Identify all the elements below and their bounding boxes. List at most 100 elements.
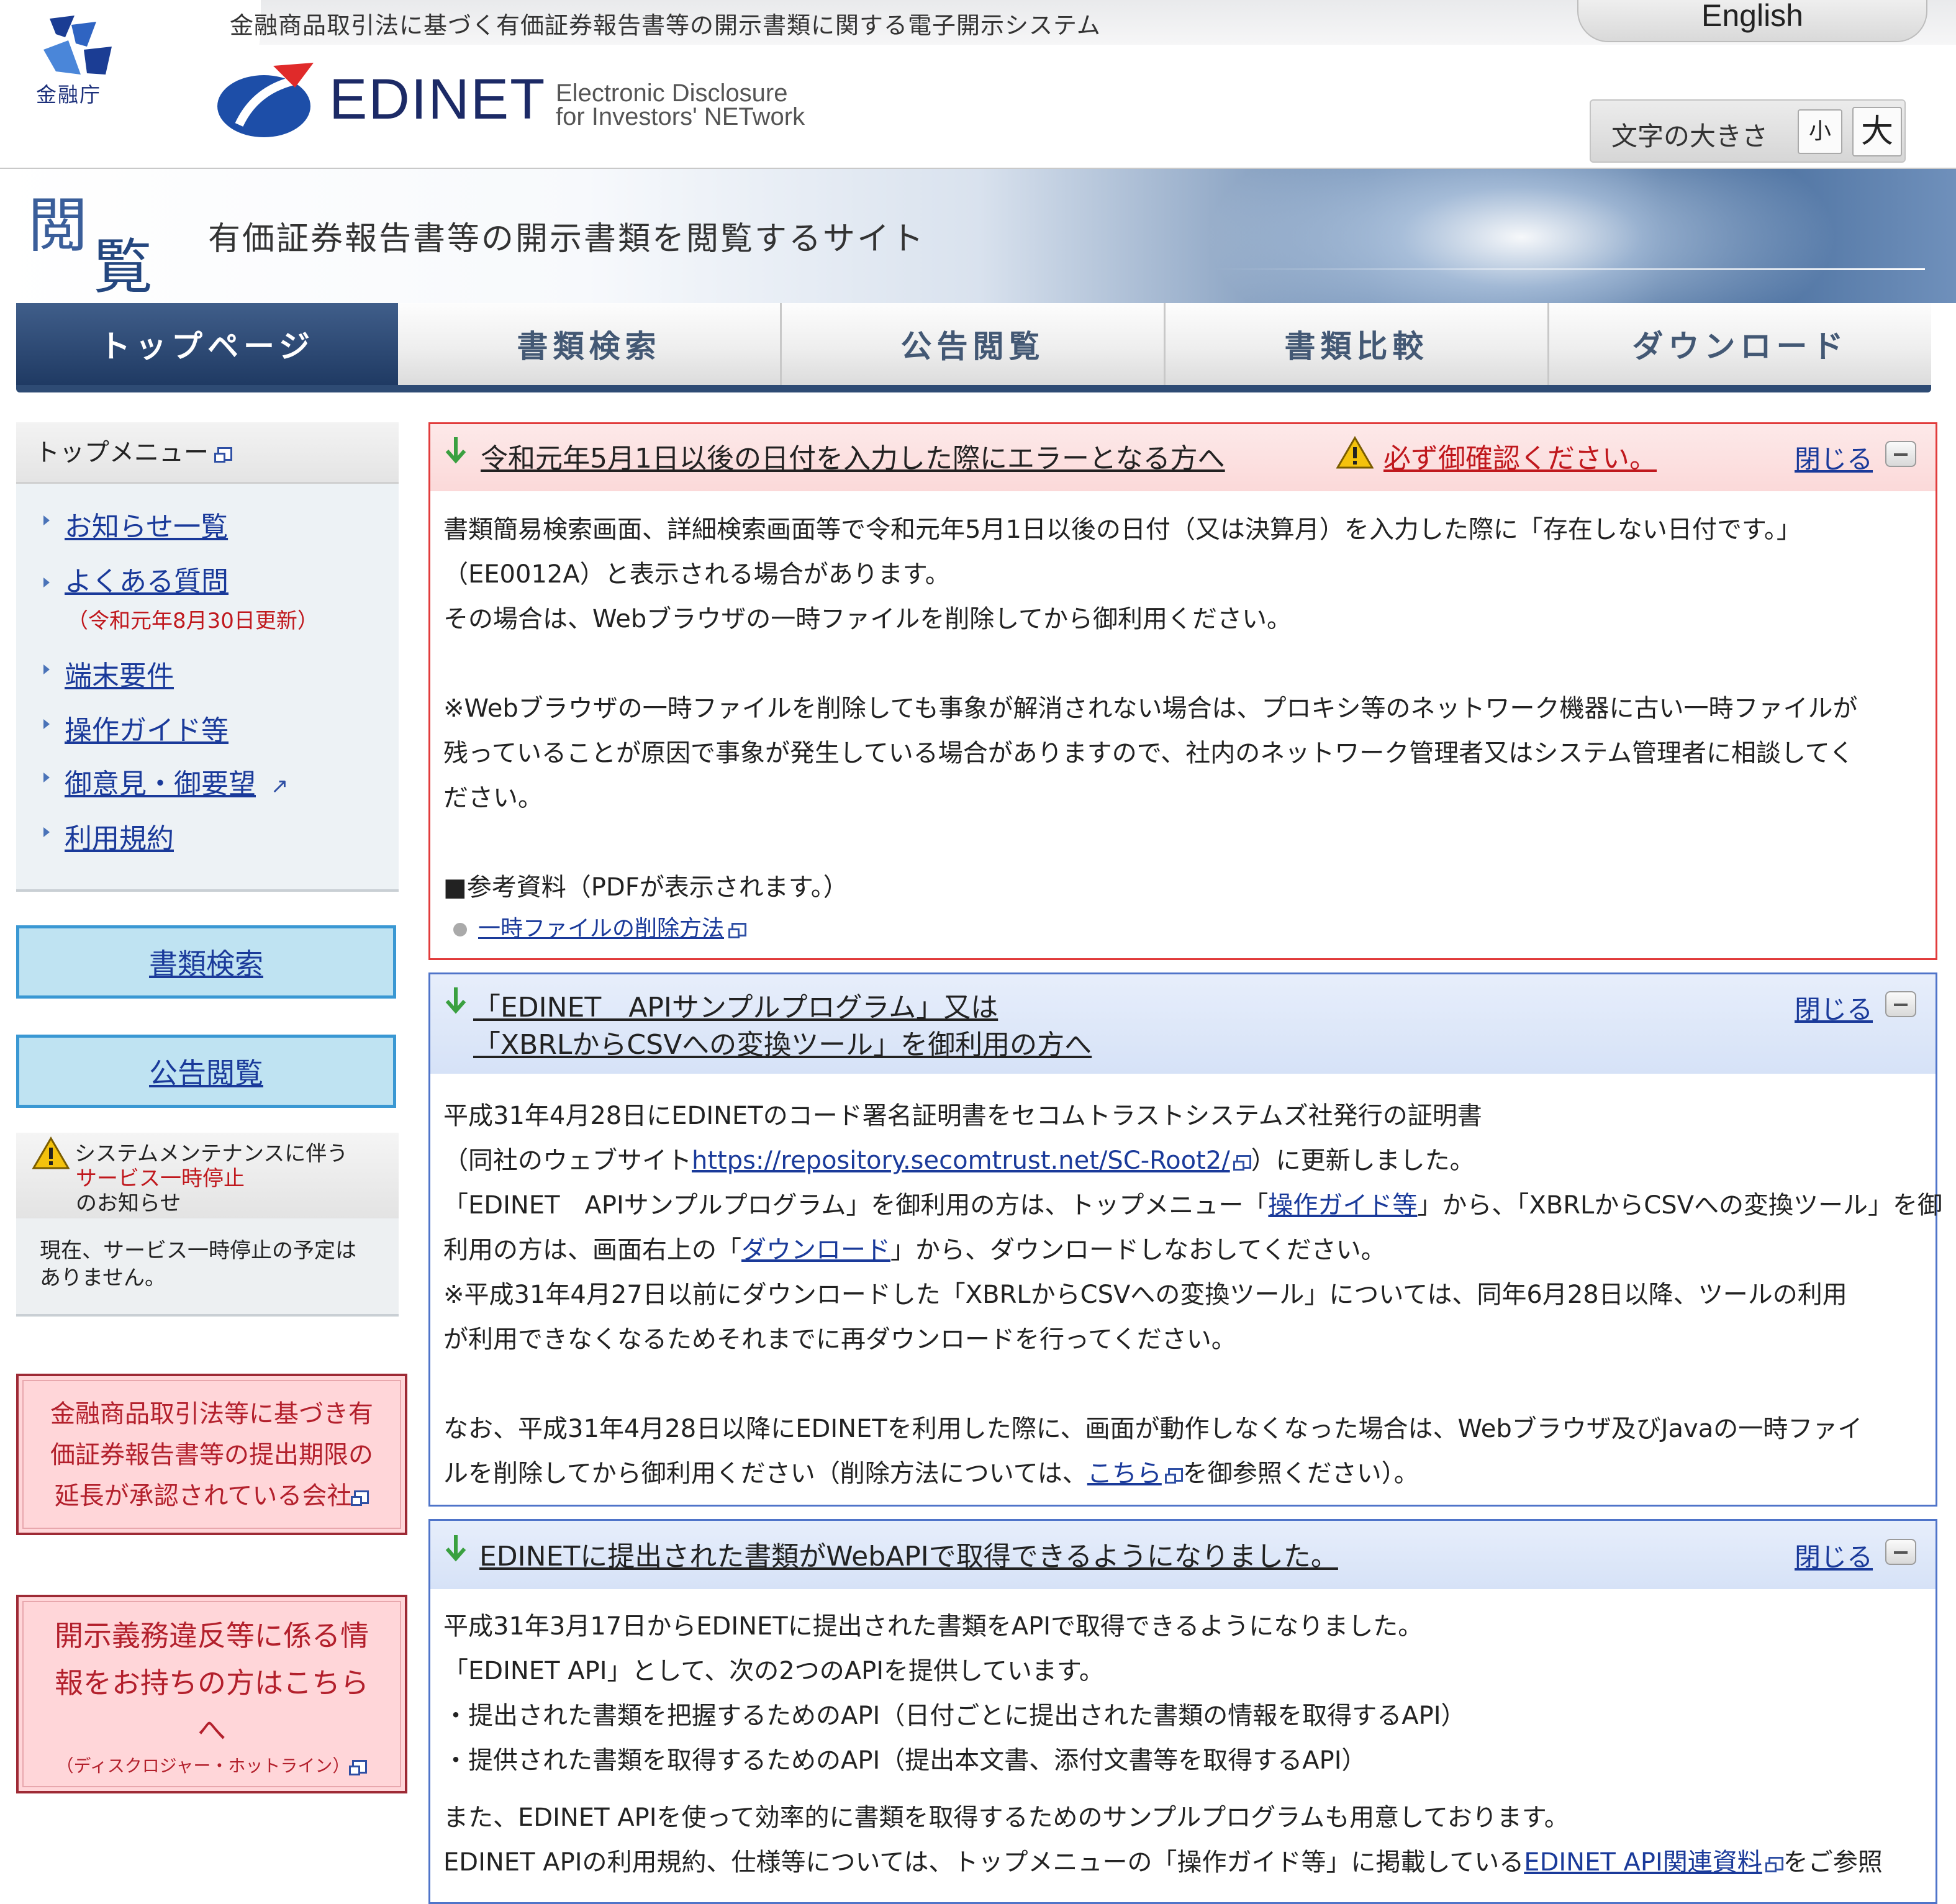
sidebar-document-search-button[interactable]: 書類検索	[16, 925, 396, 999]
hotline-subtitle-label[interactable]: （ディスクロジャー・ホットライン）	[57, 1756, 350, 1776]
collapse-icon[interactable]	[1885, 1539, 1916, 1565]
notice-date-error-close-link[interactable]: 閉じる	[1795, 438, 1873, 476]
secomtrust-link[interactable]: https://repository.secomtrust.net/SC-Roo…	[692, 1146, 1230, 1175]
english-link[interactable]: English	[1577, 0, 1927, 42]
sidebar-item-requirements[interactable]: 端末要件	[43, 653, 174, 693]
fsa-logo-icon[interactable]	[37, 12, 118, 81]
triangle-bullet-icon	[43, 719, 50, 729]
font-size-large-button[interactable]: 大	[1852, 107, 1902, 156]
deadline-extension-line1[interactable]: 金融商品取引法等に基づき有	[50, 1400, 373, 1428]
deadline-extension-link[interactable]: 金融商品取引法等に基づき有 価証券報告書等の提出期限の 延長が承認されている会社	[16, 1374, 407, 1535]
triangle-bullet-icon	[43, 664, 50, 674]
notice-webapi-line: ・提出された書類を把握するためのAPI（日付ごとに提出された書類の情報を取得する…	[443, 1702, 1466, 1730]
new-window-icon	[351, 1490, 369, 1506]
arrow-down-icon	[445, 1535, 466, 1562]
sidebar-public-notice-button[interactable]: 公告閲覧	[16, 1035, 396, 1108]
sidebar-public-notice-label[interactable]: 公告閲覧	[149, 1051, 263, 1092]
edinet-api-docs-link[interactable]: EDINET API関連資料	[1524, 1848, 1762, 1877]
notice-api-sample-line: 平成31年4月28日にEDINETのコード署名証明書をセコムトラストシステムズ社…	[443, 1102, 1482, 1130]
system-description: 金融商品取引法に基づく有価証券報告書等の開示書類に関する電子開示システム	[230, 12, 1101, 39]
sidebar-item-label[interactable]: 御意見・御要望	[65, 768, 256, 800]
notice-date-error-line: その場合は、Webブラウザの一時ファイルを削除してから御利用ください。	[443, 605, 1292, 633]
new-window-icon	[214, 447, 232, 463]
sidebar-item-feedback[interactable]: 御意見・御要望 ↗	[43, 761, 289, 801]
deadline-extension-line3[interactable]: 延長が承認されている会社	[55, 1482, 352, 1510]
notice-api-sample-line: が利用できなくなるためそれまでに再ダウンロードを行ってください。	[443, 1325, 1236, 1354]
triangle-bullet-icon	[43, 827, 50, 837]
notice-webapi-title[interactable]: EDINETに提出された書類がWebAPIで取得できるようになりました。	[479, 1534, 1338, 1574]
top-menu-title-label[interactable]: トップメニュー	[35, 438, 209, 467]
tab-download[interactable]: ダウンロード	[1549, 303, 1931, 385]
hotline-line3[interactable]: へ	[197, 1713, 226, 1747]
banner-title-char-2: 覧	[93, 232, 153, 302]
notice-date-error-warning[interactable]: 必ず御確認ください。	[1383, 436, 1657, 476]
warning-icon	[1336, 436, 1374, 469]
notice-webapi-line: 「EDINET API」として、次の2つのAPIを提供しています。	[443, 1657, 1104, 1685]
reference-link-item[interactable]: 一時ファイルの削除方法	[453, 910, 747, 943]
banner-tagline: 有価証券報告書等の開示書類を閲覧するサイト	[208, 220, 926, 258]
download-link[interactable]: ダウンロード	[741, 1236, 890, 1264]
notice-date-error-line: ださい。	[443, 784, 543, 812]
deadline-extension-line2[interactable]: 価証券報告書等の提出期限の	[50, 1441, 373, 1469]
text-segment: EDINET APIの利用規約、仕様等については、トップメニューの「操作ガイド等…	[443, 1848, 1524, 1877]
notice-api-sample-title-2[interactable]: 「XBRLからCSVへの変換ツール」を御利用の方へ	[473, 1022, 1092, 1062]
sidebar-item-terms[interactable]: 利用規約	[43, 816, 174, 856]
notice-api-sample-line: 利用の方は、画面右上の「ダウンロード」から、ダウンロードしなおしてください。	[443, 1230, 1386, 1266]
text-segment: ）に更新しました。	[1251, 1146, 1475, 1175]
edinet-logo-subtitle-2: for Investors' NETwork	[556, 103, 805, 130]
warning-icon	[32, 1136, 70, 1169]
notice-api-sample-line: なお、平成31年4月28日以降にEDINETを利用した際に、画面が動作しなくなっ…	[443, 1415, 1863, 1443]
edinet-logo-icon[interactable]	[214, 60, 320, 140]
sidebar-item-label[interactable]: お知らせ一覧	[65, 511, 228, 543]
new-window-icon	[349, 1760, 368, 1775]
tab-public-notice[interactable]: 公告閲覧	[782, 303, 1166, 385]
text-segment: 」から、「XBRLからCSVへの変換ツール」を御	[1417, 1191, 1942, 1220]
sidebar-item-label[interactable]: 利用規約	[65, 823, 174, 855]
notice-webapi-close-link[interactable]: 閉じる	[1795, 1536, 1873, 1574]
external-link-icon: ↗	[271, 774, 289, 799]
operation-guide-link[interactable]: 操作ガイド等	[1268, 1191, 1417, 1220]
notice-api-sample-line: ※平成31年4月27日以前にダウンロードした「XBRLからCSVへの変換ツール」…	[443, 1281, 1847, 1309]
maintenance-title-line3[interactable]: のお知らせ	[76, 1186, 181, 1217]
top-menu-title[interactable]: トップメニュー	[35, 432, 232, 468]
notice-api-sample-close-link[interactable]: 閉じる	[1795, 989, 1873, 1027]
sidebar-item-label[interactable]: よくある質問	[65, 566, 229, 597]
triangle-bullet-icon	[43, 515, 50, 525]
collapse-icon[interactable]	[1885, 441, 1916, 467]
banner-glow	[1180, 169, 1863, 303]
new-window-icon	[1765, 1857, 1783, 1872]
text-segment: 「EDINET APIサンプルプログラム」を御利用の方は、トップメニュー「	[443, 1191, 1269, 1220]
text-segment: （同社のウェブサイト	[443, 1146, 692, 1175]
banner-light-line	[1211, 268, 1925, 270]
sidebar-item-faq[interactable]: よくある質問	[43, 559, 229, 599]
sidebar-item-label[interactable]: 操作ガイド等	[65, 715, 229, 746]
triangle-bullet-icon	[43, 578, 50, 587]
english-link-label[interactable]: English	[1578, 0, 1926, 34]
faq-update-note: （令和元年8月30日更新）	[67, 609, 319, 633]
notice-api-sample-line: ルを削除してから御利用ください（削除方法については、こちら を御参照ください）。	[443, 1453, 1419, 1489]
notice-api-sample-line: （同社のウェブサイトhttps://repository.secomtrust.…	[443, 1140, 1475, 1176]
text-segment: を御参照ください）。	[1182, 1459, 1419, 1488]
sidebar-item-guide[interactable]: 操作ガイド等	[43, 708, 229, 748]
hotline-line2[interactable]: 報をお持ちの方はこちら	[55, 1666, 369, 1700]
sidebar-document-search-label[interactable]: 書類検索	[149, 941, 263, 982]
notice-api-sample-title-1[interactable]: 「EDINET APIサンプルプログラム」又は	[473, 985, 998, 1025]
tab-top-page[interactable]: トップページ	[16, 303, 398, 385]
delete-method-link[interactable]: こちら	[1087, 1459, 1162, 1488]
text-segment: ルを削除してから御利用ください（削除方法については、	[443, 1459, 1087, 1488]
tab-document-compare[interactable]: 書類比較	[1166, 303, 1549, 385]
sidebar-item-label[interactable]: 端末要件	[65, 660, 174, 692]
notice-date-error-reference: ■参考資料（PDFが表示されます。）	[443, 873, 848, 902]
hotline-subtitle[interactable]: （ディスクロジャー・ホットライン）	[19, 1754, 405, 1779]
tab-document-search[interactable]: 書類検索	[398, 303, 782, 385]
notice-date-error-title[interactable]: 令和元年5月1日以後の日付を入力した際にエラーとなる方へ	[481, 436, 1225, 476]
collapse-icon[interactable]	[1885, 991, 1916, 1017]
edinet-logo-text[interactable]: EDINET	[329, 67, 546, 132]
maintenance-status: 現在、サービス一時停止の予定はありません。	[40, 1238, 356, 1290]
text-segment: 利用の方は、画面右上の「	[443, 1236, 741, 1264]
temp-file-delete-link[interactable]: 一時ファイルの削除方法	[478, 916, 724, 941]
sidebar-item-news[interactable]: お知らせ一覧	[43, 504, 228, 544]
disclosure-hotline-link[interactable]: 開示義務違反等に係る情 報をお持ちの方はこちら へ （ディスクロジャー・ホットラ…	[16, 1595, 407, 1793]
hotline-line1[interactable]: 開示義務違反等に係る情	[55, 1619, 369, 1652]
font-size-small-button[interactable]: 小	[1798, 109, 1842, 154]
